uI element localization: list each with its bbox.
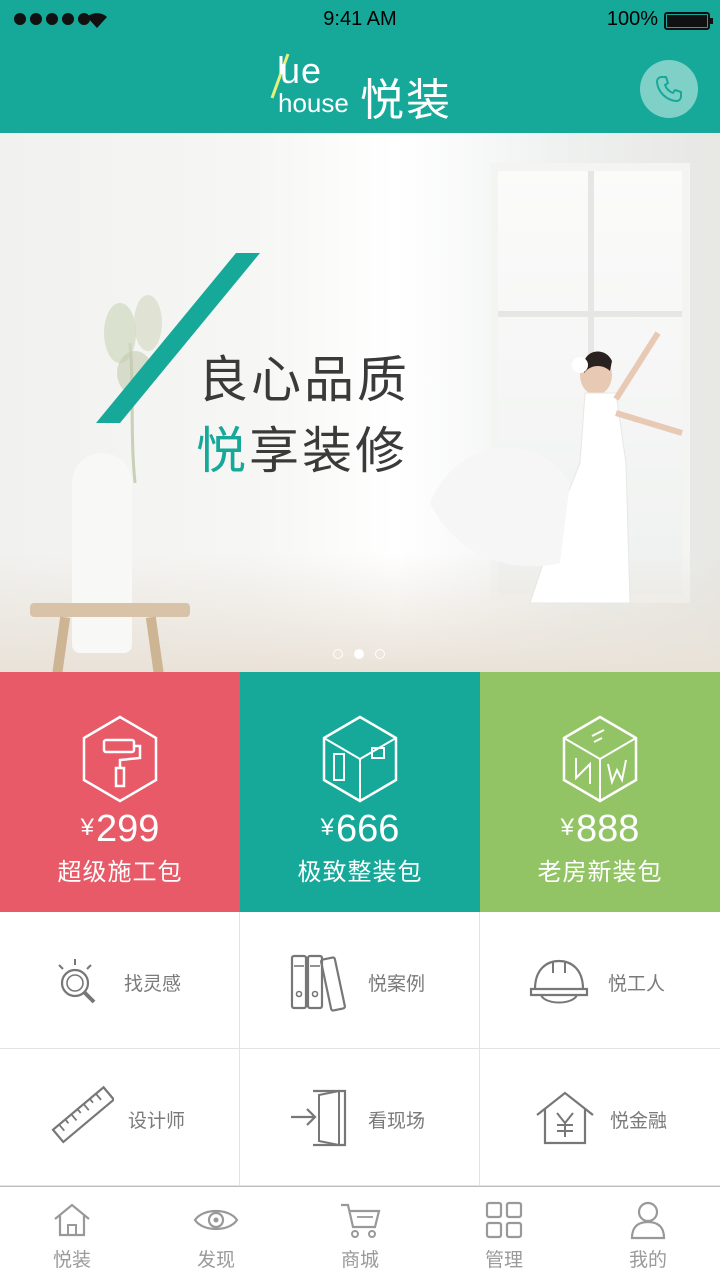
package-card-299[interactable]: ¥299 超级施工包 [0, 672, 240, 912]
bride-image [430, 331, 683, 604]
package-card-666[interactable]: ¥666 极致整装包 [240, 672, 480, 912]
service-label: 看现场 [368, 1110, 426, 1132]
ruler-icon [46, 1083, 116, 1153]
phone-icon [656, 76, 682, 102]
service-cases[interactable]: 悦案例 [240, 912, 480, 1049]
price-value: 299 [95, 808, 160, 850]
package-row: ¥299 超级施工包 ¥666 极致整装包 ¥888 老房新装包 [0, 672, 720, 912]
service-grid: 找灵感 悦案例 悦工人 设计师 看现场 悦金融 [0, 912, 720, 1186]
house-yen-icon [530, 1083, 600, 1153]
pager-dot-active[interactable] [354, 649, 364, 659]
app-logo: ue house 悦装 [268, 50, 468, 126]
tab-label: 商城 [340, 1249, 379, 1271]
package-name: 老房新装包 [537, 858, 663, 886]
logo-text-ue: ue [280, 50, 323, 91]
banner-slogan-line1: 良心品质 [198, 351, 410, 409]
price-symbol: ¥ [560, 814, 574, 841]
battery-percent: 100% [606, 8, 658, 30]
tab-label: 悦装 [52, 1249, 91, 1271]
service-label: 悦工人 [608, 973, 666, 995]
paint-roller-icon [82, 715, 158, 803]
service-designer[interactable]: 设计师 [0, 1049, 240, 1186]
package-price: ¥888 [480, 808, 720, 851]
new-cube-icon [562, 715, 638, 803]
top-bar: 9:41 AM 100% ue house 悦装 [0, 0, 720, 133]
banner-slogan-rest: 享装修 [249, 422, 408, 480]
home-icon [48, 1199, 96, 1241]
stool-image [30, 603, 190, 617]
cart-icon [336, 1199, 384, 1241]
hard-hat-icon [524, 946, 594, 1016]
tab-label: 管理 [484, 1249, 523, 1271]
banner-slogan-highlight: 悦 [196, 422, 249, 480]
tab-home[interactable]: 悦装 [0, 1187, 144, 1280]
tab-profile[interactable]: 我的 [576, 1187, 720, 1280]
service-site-visit[interactable]: 看现场 [240, 1049, 480, 1186]
tab-manage[interactable]: 管理 [432, 1187, 576, 1280]
tab-discover[interactable]: 发现 [144, 1187, 288, 1280]
bottom-tab-bar: 悦装 发现 商城 管理 我的 [0, 1186, 720, 1280]
service-label: 悦案例 [368, 973, 426, 995]
price-value: 666 [335, 808, 400, 850]
service-label: 悦金融 [610, 1110, 668, 1132]
service-finance[interactable]: 悦金融 [480, 1049, 720, 1186]
service-workers[interactable]: 悦工人 [480, 912, 720, 1049]
package-name: 超级施工包 [57, 858, 183, 886]
status-bar: 9:41 AM 100% [0, 0, 720, 40]
pager-dot[interactable] [375, 649, 385, 659]
banner-pager[interactable] [333, 649, 385, 659]
package-name: 极致整装包 [297, 858, 423, 886]
user-icon [624, 1199, 672, 1241]
price-symbol: ¥ [80, 814, 94, 841]
package-price: ¥666 [240, 808, 480, 851]
price-value: 888 [575, 808, 640, 850]
pager-dot[interactable] [333, 649, 343, 659]
service-label: 找灵感 [124, 973, 182, 995]
price-symbol: ¥ [320, 814, 334, 841]
tab-mall[interactable]: 商城 [288, 1187, 432, 1280]
magnifier-bulb-icon [44, 946, 114, 1016]
vase-image [72, 453, 132, 653]
logo-text-cn: 悦装 [360, 75, 452, 126]
tab-label: 我的 [628, 1249, 667, 1271]
package-card-888[interactable]: ¥888 老房新装包 [480, 672, 720, 912]
door-enter-icon [284, 1083, 354, 1153]
banner-slogan-line2: 悦享装修 [196, 411, 408, 483]
logo-text-house: house [278, 88, 349, 118]
call-button[interactable] [640, 60, 698, 118]
eye-icon [192, 1199, 240, 1241]
grid-icon [480, 1199, 528, 1241]
battery-icon [664, 12, 713, 30]
hero-banner[interactable]: 良心品质 悦享装修 [0, 133, 720, 672]
tab-label: 发现 [196, 1249, 235, 1271]
package-price: ¥299 [0, 808, 240, 851]
service-label: 设计师 [128, 1110, 186, 1132]
binders-icon [286, 946, 356, 1016]
service-inspiration[interactable]: 找灵感 [0, 912, 240, 1049]
room-cube-icon [322, 715, 398, 803]
